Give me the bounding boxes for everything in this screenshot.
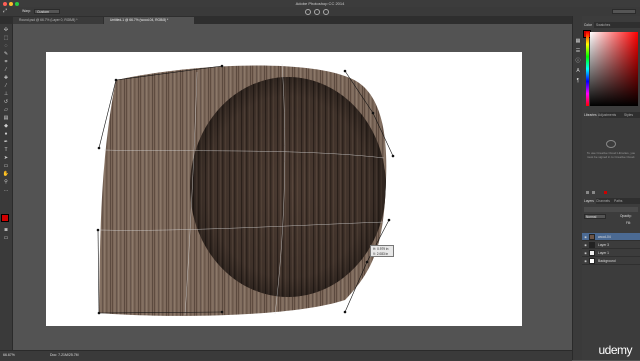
color-panel-tabs: Color Swatches bbox=[582, 22, 640, 28]
info-panel-icon[interactable]: ⓘ bbox=[574, 58, 582, 65]
udemy-logo: udemy bbox=[598, 343, 632, 357]
blend-mode-select[interactable]: Normal bbox=[584, 214, 606, 219]
opacity-label[interactable]: Opacity: bbox=[620, 214, 632, 219]
transform-readout-tooltip: H: 0.979 in V: 2.083 in bbox=[370, 245, 394, 257]
hue-slider[interactable] bbox=[586, 32, 589, 106]
layer-name: Layer 1 bbox=[598, 251, 609, 255]
tab-swatches[interactable]: Swatches bbox=[594, 22, 612, 28]
layer-thumbnail bbox=[589, 250, 595, 256]
tab-channels[interactable]: Channels bbox=[594, 198, 612, 204]
layer-name: Background bbox=[598, 259, 616, 263]
layer-thumbnail bbox=[589, 258, 595, 264]
visibility-eye-icon[interactable]: ◉ bbox=[583, 258, 588, 264]
color-picker-field[interactable] bbox=[590, 32, 638, 106]
layer-name: wood-04 bbox=[598, 235, 611, 239]
right-panels: Color Swatches Libraries Adjustments Sty… bbox=[582, 16, 640, 360]
tab-adjustments[interactable]: Adjustments bbox=[596, 112, 618, 118]
character-panel-icon[interactable]: A bbox=[574, 68, 582, 75]
fill-label[interactable]: Fill: bbox=[626, 221, 631, 226]
visibility-eye-icon[interactable]: ◉ bbox=[583, 250, 588, 256]
document-size[interactable]: Doc: 7.21M/25.7M bbox=[50, 353, 79, 357]
libraries-signin-message: To use Creative Cloud Libraries, you mus… bbox=[586, 151, 636, 159]
libraries-footer bbox=[584, 191, 638, 196]
status-bar: 66.67% Doc: 7.21M/25.7M bbox=[0, 350, 572, 361]
visibility-eye-icon[interactable]: ◉ bbox=[583, 242, 588, 248]
history-panel-icon[interactable]: ▦ bbox=[574, 38, 582, 45]
layer-thumbnail bbox=[589, 242, 595, 248]
libraries-panel-tabs: Libraries Adjustments Styles bbox=[582, 112, 640, 118]
layer-name: Layer 3 bbox=[598, 243, 609, 247]
tooltip-h-value: H: 0.979 in bbox=[373, 247, 389, 251]
creative-cloud-icon bbox=[606, 140, 616, 148]
properties-panel-icon[interactable]: ☰ bbox=[574, 48, 582, 55]
tab-color[interactable]: Color bbox=[582, 22, 594, 28]
tab-styles[interactable]: Styles bbox=[622, 112, 635, 118]
layers-panel-tabs: Layers Channels Paths bbox=[582, 198, 640, 204]
warp-artwork[interactable] bbox=[0, 0, 640, 360]
library-grid-icon[interactable] bbox=[586, 191, 589, 194]
layer-filter-bar[interactable] bbox=[584, 207, 638, 212]
layer-row-wood-04[interactable]: ◉ wood-04 bbox=[582, 233, 640, 241]
library-list-icon[interactable] bbox=[592, 191, 595, 194]
layer-row-layer-3[interactable]: ◉ Layer 3 bbox=[582, 241, 640, 249]
visibility-eye-icon[interactable]: ◉ bbox=[583, 234, 588, 240]
layer-thumbnail bbox=[589, 234, 595, 240]
layer-row-background[interactable]: ◉ Background bbox=[582, 257, 640, 265]
tooltip-v-value: V: 2.083 in bbox=[373, 251, 389, 256]
layer-row-layer-1[interactable]: ◉ Layer 1 bbox=[582, 249, 640, 257]
zoom-level[interactable]: 66.67% bbox=[3, 353, 15, 357]
watermark-text: udemy bbox=[598, 343, 632, 357]
library-color-icon[interactable] bbox=[604, 191, 607, 194]
paragraph-panel-icon[interactable]: ¶ bbox=[574, 78, 582, 85]
tab-paths[interactable]: Paths bbox=[612, 198, 624, 204]
